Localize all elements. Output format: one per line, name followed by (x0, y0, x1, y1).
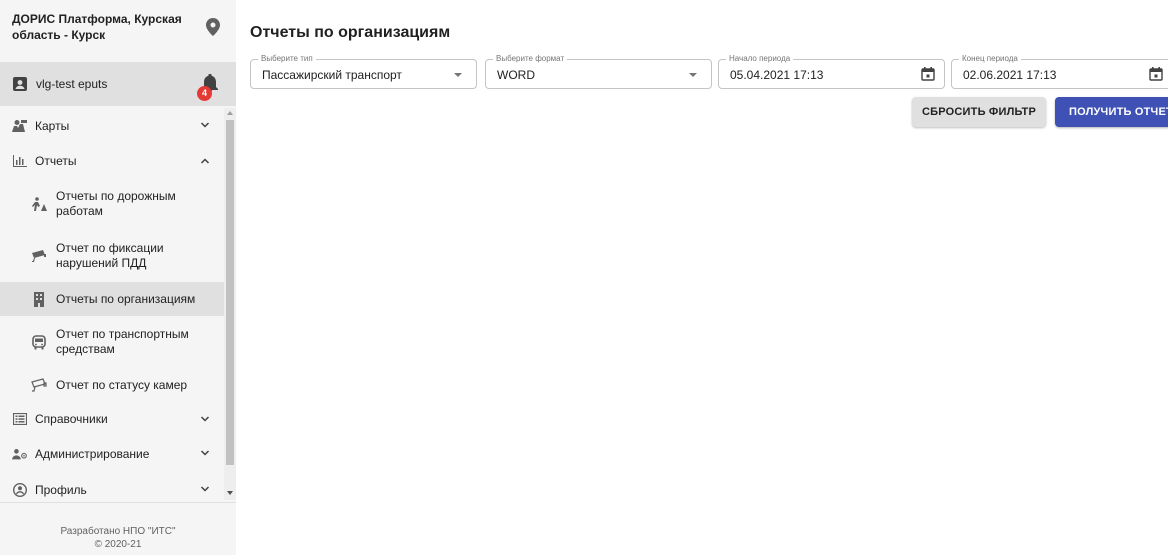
page-title: Отчеты по организациям (250, 24, 451, 41)
footer-developer: Разработано НПО "ИТС" (60, 526, 176, 537)
app: ДОРИС Платформа, Курская область - Курск… (0, 0, 1168, 555)
dropdown-arrow-icon (454, 73, 462, 77)
bar-chart-icon (12, 153, 28, 169)
user-name: vlg-test eputs (36, 77, 108, 91)
camera-icon (31, 248, 47, 264)
calendar-icon[interactable] (921, 67, 935, 81)
field-label: Начало периода (726, 54, 794, 64)
chevron-down-icon (200, 486, 210, 492)
footer-copyright: © 2020-21 (94, 539, 142, 550)
account-box-icon (13, 77, 27, 91)
chevron-down-icon (200, 416, 210, 422)
dropdown-arrow-icon (689, 73, 697, 77)
scroll-up-arrow-icon[interactable] (227, 110, 233, 116)
bus-icon (31, 334, 47, 350)
building-icon (31, 291, 47, 307)
brand-title: ДОРИС Платформа, Курская область - Курск (12, 12, 182, 42)
reset-filter-button[interactable]: СБРОСИТЬ ФИЛЬТР (912, 97, 1046, 127)
account-circle-icon (12, 482, 28, 498)
field-label: Выберите тип (258, 54, 316, 64)
sidebar: ДОРИС Платформа, Курская область - Курск… (0, 0, 236, 555)
camera-outline-icon (31, 377, 47, 393)
report-type-select[interactable]: Выберите тип Пассажирский транспорт (250, 54, 477, 89)
field-value: Пассажирский транспорт (262, 68, 402, 82)
list-icon (12, 411, 28, 427)
sidebar-item-administration[interactable]: Администрирование (0, 436, 224, 472)
sidebar-subitem-label: Отчет по транспортным средствам (56, 327, 189, 356)
sidebar-item-label: Справочники (35, 412, 108, 426)
field-value: 05.04.2021 17:13 (730, 68, 824, 82)
scrollbar-thumb[interactable] (226, 120, 234, 465)
sidebar-subitem-road-works[interactable]: Отчеты по дорожным работам (0, 178, 224, 230)
period-start-field[interactable]: Начало периода 05.04.2021 17:13 (718, 54, 945, 89)
sidebar-subitem-vehicles[interactable]: Отчет по транспортным средствам (0, 316, 224, 368)
chevron-down-icon (200, 450, 210, 456)
sidebar-item-maps[interactable]: Карты (0, 108, 224, 144)
sidebar-scrollbar[interactable] (224, 108, 236, 500)
field-value: 02.06.2021 17:13 (963, 68, 1057, 82)
sidebar-item-profile[interactable]: Профиль (0, 472, 224, 500)
sidebar-item-label: Администрирование (35, 447, 150, 461)
sidebar-subitem-organizations[interactable]: Отчеты по организациям (0, 282, 224, 316)
sidebar-subitem-camera-status[interactable]: Отчет по статусу камер (0, 368, 224, 402)
road-works-icon (31, 196, 47, 212)
scroll-down-arrow-icon[interactable] (227, 490, 233, 496)
notification-badge: 4 (197, 86, 212, 101)
sidebar-item-directories[interactable]: Справочники (0, 402, 224, 436)
field-value: WORD (497, 68, 535, 82)
sidebar-footer: Разработано НПО "ИТС" © 2020-21 (0, 502, 236, 555)
sidebar-item-label: Отчеты (35, 154, 77, 168)
sidebar-item-label: Карты (35, 119, 70, 133)
sidebar-menu: Карты Отчеты Отчеты по дорожным работам (0, 108, 224, 500)
sidebar-subitem-label: Отчеты по дорожным работам (56, 189, 176, 218)
report-format-select[interactable]: Выберите формат WORD (485, 54, 712, 89)
field-label: Выберите формат (493, 54, 568, 64)
calendar-icon[interactable] (1149, 67, 1163, 81)
chevron-up-icon (200, 158, 210, 164)
sidebar-subitem-label: Отчеты по организациям (56, 291, 196, 306)
map-icon (12, 118, 28, 134)
sidebar-subitem-label: Отчет по статусу камер (56, 377, 188, 392)
get-report-button[interactable]: ПОЛУЧИТЬ ОТЧЕТ (1055, 97, 1168, 127)
sidebar-item-label: Профиль (35, 483, 87, 497)
chevron-down-icon (200, 122, 210, 128)
location-pin-icon[interactable] (206, 18, 220, 36)
admin-users-icon (12, 446, 28, 462)
sidebar-item-reports[interactable]: Отчеты (0, 144, 224, 178)
sidebar-subitem-label: Отчет по фиксации нарушений ПДД (56, 241, 164, 270)
field-label: Конец периода (959, 54, 1021, 64)
sidebar-subitem-traffic-violations[interactable]: Отчет по фиксации нарушений ПДД (0, 230, 224, 282)
brand-header: ДОРИС Платформа, Курская область - Курск (0, 0, 236, 62)
period-end-field[interactable]: Конец периода 02.06.2021 17:13 (951, 54, 1168, 89)
user-row[interactable]: vlg-test eputs 4 (0, 62, 236, 106)
